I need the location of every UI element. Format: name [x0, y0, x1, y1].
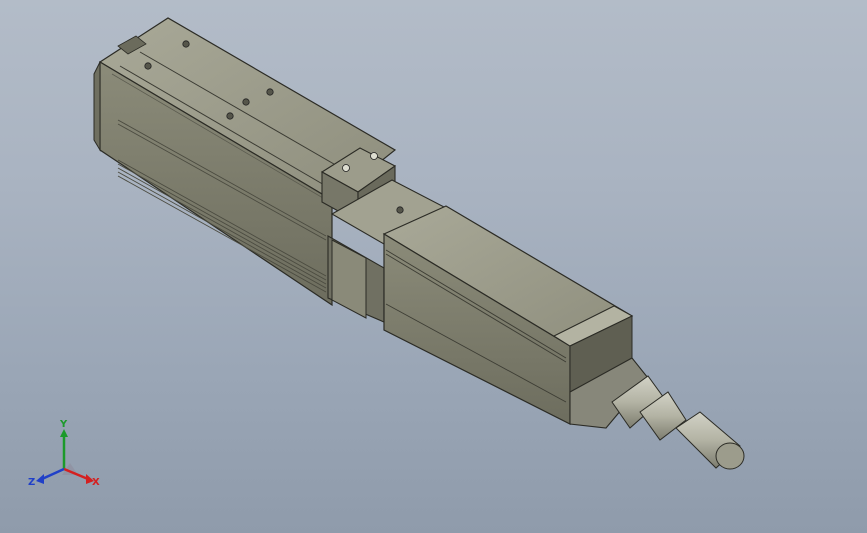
linear-actuator-model[interactable] [0, 0, 867, 533]
z-axis-line [41, 467, 65, 481]
z-axis-arrow [36, 474, 44, 484]
coupling-screw [396, 206, 404, 214]
motor-housing[interactable] [382, 205, 649, 429]
coupling-collar [331, 239, 367, 319]
cable-gland[interactable] [611, 375, 745, 470]
x-axis-label: X [92, 477, 100, 488]
z-axis-label: Z [28, 477, 35, 488]
top-screw-hole-3 [242, 98, 250, 106]
top-screw-hole-1 [144, 62, 152, 70]
y-axis-arrow [60, 429, 68, 437]
3d-viewport[interactable]: Y X Z [0, 0, 867, 533]
top-screw-hole-4 [266, 88, 274, 96]
top-screw-hole-5 [226, 112, 234, 120]
orientation-triad: Y X Z [28, 419, 100, 488]
carriage-screw-2 [370, 152, 378, 160]
top-screw-hole-2 [182, 40, 190, 48]
actuator-end-face [93, 61, 101, 152]
carriage-screw-1 [342, 164, 350, 172]
gland-end [715, 442, 745, 470]
y-axis-label: Y [59, 419, 68, 430]
